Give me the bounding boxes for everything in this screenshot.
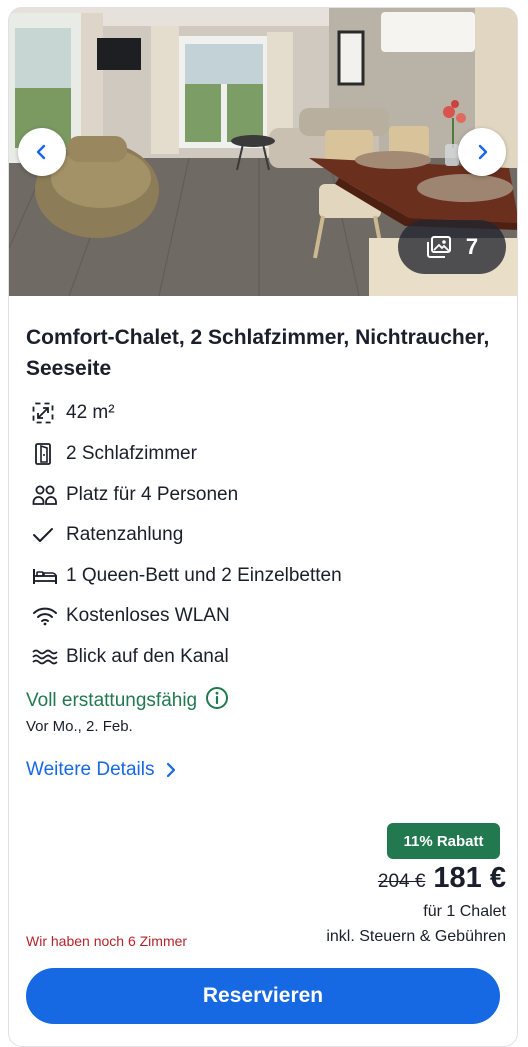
taxes-note: inkl. Steuern & Gebühren	[326, 928, 506, 945]
original-price: 204 €	[377, 871, 426, 892]
refund-deadline: Vor Mo., 2. Feb.	[26, 718, 133, 735]
amenity-label: 1 Queen-Bett und 2 Einzelbetten	[66, 565, 342, 586]
waves-icon	[26, 643, 58, 671]
check-icon	[26, 521, 58, 549]
bed-icon	[26, 562, 58, 590]
door-icon	[26, 440, 58, 468]
info-icon[interactable]	[205, 686, 229, 716]
amenity-bedrooms: 2 Schlafzimmer	[26, 440, 197, 468]
area-icon	[26, 399, 58, 427]
amenity-area: 42 m²	[26, 399, 115, 427]
room-title: Comfort-Chalet, 2 Schlafzimmer, Nichtrau…	[26, 326, 490, 380]
more-details-link[interactable]: Weitere Details	[26, 759, 178, 781]
current-price: 181 €	[433, 862, 506, 894]
amenity-capacity: Platz für 4 Personen	[26, 481, 238, 509]
people-icon	[26, 481, 58, 509]
photo-count: 7	[465, 234, 479, 259]
chevron-left-icon	[36, 144, 46, 160]
amenity-view: Blick auf den Kanal	[26, 643, 229, 671]
chevron-right-icon	[478, 144, 488, 160]
amenity-label: Ratenzahlung	[66, 524, 184, 545]
more-details-label: Weitere Details	[26, 759, 155, 780]
chevron-right-icon	[167, 762, 176, 778]
amenity-label: 42 m²	[66, 402, 115, 423]
amenity-label: 2 Schlafzimmer	[66, 443, 197, 464]
availability-notice: Wir haben noch 6 Zimmer	[26, 933, 188, 949]
amenity-label: Kostenloses WLAN	[66, 605, 230, 626]
amenity-wifi: Kostenloses WLAN	[26, 602, 230, 630]
price-row: 204 € 181 €	[378, 862, 506, 895]
photo-gallery-button[interactable]: 7	[398, 220, 506, 274]
amenity-label: Blick auf den Kanal	[66, 646, 229, 667]
reserve-button[interactable]: Reservieren	[26, 968, 500, 1024]
amenity-installments: Ratenzahlung	[26, 521, 183, 549]
refund-policy: Voll erstattungsfähig	[26, 686, 229, 716]
refund-label: Voll erstattungsfähig	[26, 690, 198, 711]
listing-card: 7 Comfort-Chalet, 2 Schlafzimmer, Nichtr…	[8, 7, 518, 1047]
gallery-icon	[426, 236, 451, 258]
amenity-beds: 1 Queen-Bett und 2 Einzelbetten	[26, 562, 342, 590]
next-photo-button[interactable]	[458, 128, 506, 176]
room-photo[interactable]: 7	[9, 8, 517, 296]
previous-photo-button[interactable]	[18, 128, 66, 176]
amenity-label: Platz für 4 Personen	[66, 484, 239, 505]
wifi-icon	[26, 602, 58, 630]
discount-badge: 11% Rabatt	[387, 823, 500, 859]
price-unit: für 1 Chalet	[423, 903, 506, 920]
